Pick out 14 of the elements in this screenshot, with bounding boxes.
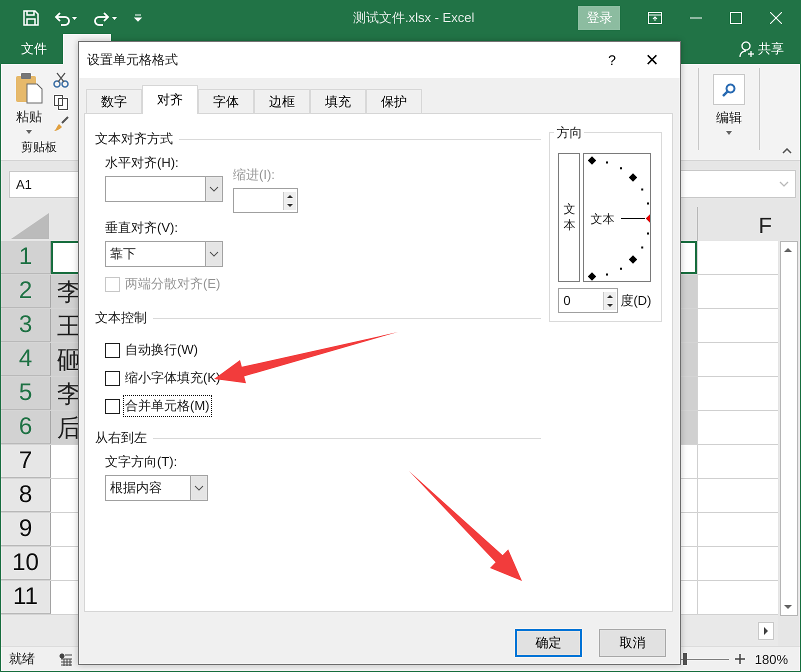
field-label: 度(D): [620, 292, 652, 310]
section-heading: 文本对齐方式: [95, 130, 173, 148]
section-heading: 从右到左: [95, 429, 147, 447]
dialog-title: 设置单元格格式: [87, 51, 178, 69]
field-label: 水平对齐(H):: [105, 154, 179, 172]
field-label: 垂直对齐(V):: [105, 219, 178, 237]
group-label: 剪贴板: [21, 139, 57, 156]
window-title: 测试文件.xlsx - Excel: [353, 8, 474, 26]
dial-text: 文本: [590, 211, 614, 228]
status-text: 就绪: [9, 650, 35, 668]
field-label: 文字方向(T):: [105, 453, 178, 471]
field-label: 缩进(I):: [233, 166, 276, 184]
section-heading: 方向: [554, 124, 584, 142]
section-heading: 文本控制: [95, 309, 147, 327]
